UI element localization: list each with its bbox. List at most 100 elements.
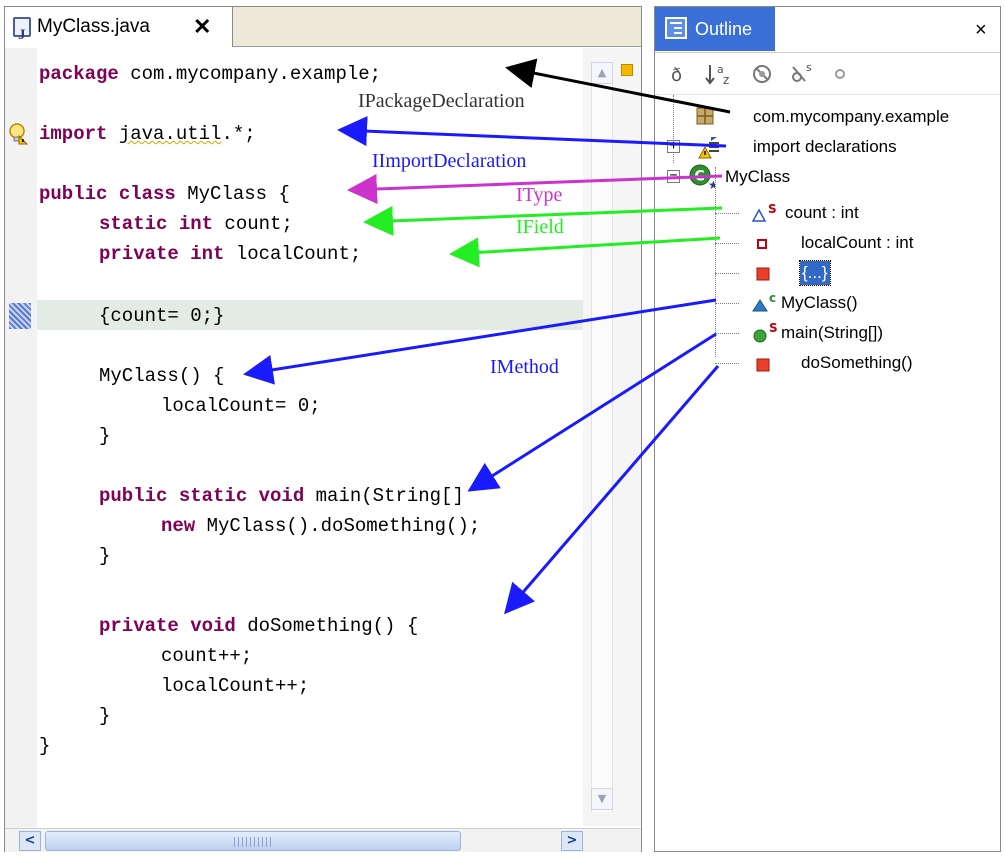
hide-static-icon[interactable]: s <box>787 61 813 87</box>
code-text: com.mycompany.example; <box>118 63 382 85</box>
public-method-icon: S <box>753 321 778 343</box>
outline-toolbar: ð az s <box>655 53 1000 95</box>
close-tab-icon[interactable]: ✕ <box>193 7 211 47</box>
hide-non-public-icon[interactable] <box>749 61 775 87</box>
editor-tab-myclass-java[interactable]: J MyClass.java ✕ <box>5 7 233 47</box>
expand-toggle[interactable]: + <box>667 139 680 153</box>
code-line-field-count: static int count; <box>99 212 293 236</box>
svg-text:ð: ð <box>671 65 682 86</box>
warning-overview-marker[interactable] <box>621 64 633 76</box>
editor-tab-bar: J MyClass.java ✕ <box>5 7 641 47</box>
hide-fields-icon[interactable]: ð <box>665 61 691 87</box>
code-line: new MyClass().doSomething(); <box>161 514 480 538</box>
code-text: count; <box>213 213 293 235</box>
package-icon <box>696 107 714 125</box>
svg-text:S: S <box>768 203 777 216</box>
outline-item-label: MyClass <box>725 167 791 186</box>
private-initializer-icon <box>756 267 770 281</box>
keyword: import <box>39 123 108 145</box>
outline-title-bar: Outline × <box>655 7 1000 53</box>
annotation-ifield: IField <box>516 216 564 238</box>
code-line: localCount= 0; <box>161 395 321 417</box>
code-text: .*; <box>221 123 256 145</box>
code-line: localCount++; <box>161 675 310 697</box>
outline-item-package[interactable]: com.mycompany.example <box>655 103 1000 131</box>
outline-item-label: localCount : int <box>801 233 914 252</box>
horizontal-scrollbar[interactable]: < > <box>5 828 641 852</box>
annotation-iimportdeclaration: IImportDeclaration <box>372 150 527 172</box>
editor-tab-label: MyClass.java <box>37 16 150 37</box>
svg-text:z: z <box>723 73 729 87</box>
class-icon: C ★ <box>689 164 715 191</box>
keyword: package <box>39 63 119 85</box>
svg-text:S: S <box>769 321 778 335</box>
keyword: private int <box>99 243 225 265</box>
outline-item-import-declarations[interactable]: + import declarations <box>655 133 1000 161</box>
code-line-class-declaration: public class MyClass { <box>39 182 290 206</box>
scroll-up-button[interactable]: ▲ <box>591 62 613 84</box>
outline-item-field-count[interactable]: S count : int <box>655 199 1000 227</box>
editor-vertical-ruler <box>5 48 37 828</box>
outline-item-constructor[interactable]: c MyClass() <box>655 289 1000 317</box>
keyword: private void <box>99 615 236 637</box>
annotation-imethod: IMethod <box>490 356 559 378</box>
outline-item-label: MyClass() <box>781 293 858 312</box>
code-line-import: import java.util.*; <box>39 122 256 146</box>
outline-item-label-selected: {...} <box>799 260 831 286</box>
outline-item-label: count : int <box>785 203 859 222</box>
code-line-field-localcount: private int localCount; <box>99 242 361 266</box>
current-line-ruler-marker <box>9 303 31 329</box>
outline-item-label: doSomething() <box>801 353 913 372</box>
code-line: } <box>39 735 51 757</box>
keyword: public static void <box>99 485 305 507</box>
svg-text:★: ★ <box>708 178 715 191</box>
collapse-toggle[interactable]: − <box>667 169 680 183</box>
private-field-icon <box>757 239 767 249</box>
svg-text:s: s <box>806 61 812 74</box>
code-line-initializer: {count= 0;} <box>99 305 225 327</box>
code-line: } <box>99 705 111 727</box>
code-line: count++; <box>161 645 253 667</box>
scroll-down-button[interactable]: ▼ <box>591 788 613 810</box>
outline-item-method-dosomething[interactable]: doSomething() <box>655 349 1000 377</box>
hide-local-types-icon[interactable] <box>827 61 853 87</box>
code-text: MyClass { <box>175 183 290 205</box>
keyword: new <box>161 515 196 537</box>
constructor-icon: c <box>752 291 776 312</box>
sort-alphabetically-icon[interactable]: az <box>703 61 737 87</box>
outline-item-method-main[interactable]: S main(String[]) <box>655 319 1000 347</box>
vertical-scrollbar[interactable]: ▲ ▼ <box>583 48 641 826</box>
outline-item-label: import declarations <box>753 137 897 156</box>
outline-title: Outline <box>695 19 753 39</box>
outline-item-myclass[interactable]: − C ★ MyClass <box>655 163 1000 191</box>
annotation-ipackagedeclaration: IPackageDeclaration <box>358 90 525 112</box>
outline-item-field-localcount[interactable]: localCount : int <box>655 229 1000 257</box>
outline-item-label: main(String[]) <box>781 323 884 342</box>
outline-tree: com.mycompany.example + import declarati… <box>655 95 1000 851</box>
java-editor: J MyClass.java ✕ package com.mycompany.e… <box>4 6 642 852</box>
outline-view-icon <box>665 17 687 39</box>
svg-text:c: c <box>769 291 776 305</box>
vertical-scroll-track[interactable] <box>591 62 613 812</box>
code-text: doSomething() { <box>235 615 419 637</box>
scroll-left-button[interactable]: < <box>19 831 41 851</box>
quick-fix-lightbulb-icon[interactable] <box>6 122 30 146</box>
outline-view: Outline × ð az s com.mycompany.example +… <box>654 6 1001 852</box>
unused-import-warning-text: java.util <box>118 123 222 145</box>
code-line: } <box>99 545 111 567</box>
code-line-constructor: MyClass() { <box>99 365 225 387</box>
horizontal-scroll-thumb[interactable] <box>45 831 461 851</box>
outline-item-initializer[interactable]: {...} <box>655 259 1000 287</box>
svg-text:C: C <box>695 169 705 185</box>
scroll-right-button[interactable]: > <box>561 831 583 851</box>
keyword: public class <box>39 183 176 205</box>
code-line-package: package com.mycompany.example; <box>39 62 381 86</box>
outline-tab[interactable]: Outline <box>655 7 775 51</box>
import-container-icon <box>698 137 719 159</box>
code-line-dosomething-method: private void doSomething() { <box>99 614 418 638</box>
scroll-grip-icon <box>234 837 274 847</box>
code-text: localCount; <box>224 243 362 265</box>
close-outline-icon[interactable]: × <box>975 7 987 53</box>
private-method-icon <box>756 358 770 372</box>
annotation-itype: IType <box>516 184 563 206</box>
